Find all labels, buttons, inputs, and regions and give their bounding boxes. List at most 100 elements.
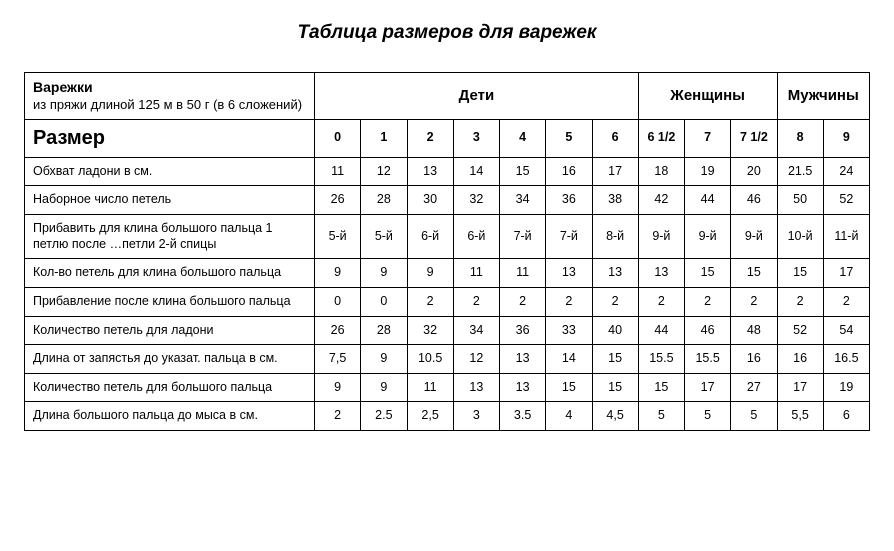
size-value: 7 1/2 bbox=[731, 119, 777, 157]
cell: 13 bbox=[638, 259, 684, 288]
size-label: Размер bbox=[25, 119, 315, 157]
cell: 7,5 bbox=[315, 345, 361, 374]
cell: 5-й bbox=[315, 215, 361, 259]
cell: 34 bbox=[500, 186, 546, 215]
cell: 5 bbox=[638, 402, 684, 431]
cell: 32 bbox=[453, 186, 499, 215]
header-sub: из пряжи длиной 125 м в 50 г (в 6 сложен… bbox=[33, 97, 306, 113]
cell: 2 bbox=[777, 287, 823, 316]
size-value: 9 bbox=[823, 119, 869, 157]
row-label: Прибавление после клина большого пальца bbox=[25, 287, 315, 316]
cell: 12 bbox=[361, 157, 407, 186]
cell: 15.5 bbox=[638, 345, 684, 374]
cell: 17 bbox=[685, 373, 731, 402]
size-value: 8 bbox=[777, 119, 823, 157]
size-value: 2 bbox=[407, 119, 453, 157]
cell: 6-й bbox=[453, 215, 499, 259]
size-row: Размер 0 1 2 3 4 5 6 6 1/2 7 7 1/2 8 9 bbox=[25, 119, 870, 157]
cell: 46 bbox=[685, 316, 731, 345]
cell: 9 bbox=[407, 259, 453, 288]
cell: 7-й bbox=[546, 215, 592, 259]
cell: 11-й bbox=[823, 215, 869, 259]
cell: 13 bbox=[500, 345, 546, 374]
cell: 5-й bbox=[361, 215, 407, 259]
cell: 6-й bbox=[407, 215, 453, 259]
cell: 7-й bbox=[500, 215, 546, 259]
cell: 13 bbox=[592, 259, 638, 288]
cell: 9 bbox=[361, 345, 407, 374]
cell: 24 bbox=[823, 157, 869, 186]
cell: 4,5 bbox=[592, 402, 638, 431]
cell: 16 bbox=[777, 345, 823, 374]
row-label: Кол-во петель для клина большого пальца bbox=[25, 259, 315, 288]
cell: 5,5 bbox=[777, 402, 823, 431]
cell: 54 bbox=[823, 316, 869, 345]
cell: 2.5 bbox=[361, 402, 407, 431]
cell: 11 bbox=[453, 259, 499, 288]
cell: 16 bbox=[546, 157, 592, 186]
cell: 2 bbox=[731, 287, 777, 316]
row-label: Обхват ладони в см. bbox=[25, 157, 315, 186]
cell: 30 bbox=[407, 186, 453, 215]
table-row: Прибавить для клина большого пальца 1 пе… bbox=[25, 215, 870, 259]
cell: 17 bbox=[777, 373, 823, 402]
cell: 28 bbox=[361, 186, 407, 215]
table-row: Наборное число петель2628303234363842444… bbox=[25, 186, 870, 215]
row-label: Длина от запястья до указат. пальца в см… bbox=[25, 345, 315, 374]
cell: 15 bbox=[546, 373, 592, 402]
cell: 3 bbox=[453, 402, 499, 431]
cell: 9-й bbox=[638, 215, 684, 259]
cell: 0 bbox=[315, 287, 361, 316]
page-title: Таблица размеров для варежек bbox=[24, 22, 870, 44]
cell: 11 bbox=[407, 373, 453, 402]
cell: 15 bbox=[592, 373, 638, 402]
size-value: 6 1/2 bbox=[638, 119, 684, 157]
cell: 8-й bbox=[592, 215, 638, 259]
group-men: Мужчины bbox=[777, 73, 870, 120]
cell: 10.5 bbox=[407, 345, 453, 374]
cell: 15 bbox=[777, 259, 823, 288]
cell: 5 bbox=[731, 402, 777, 431]
size-value: 4 bbox=[500, 119, 546, 157]
cell: 13 bbox=[546, 259, 592, 288]
cell: 15 bbox=[592, 345, 638, 374]
cell: 6 bbox=[823, 402, 869, 431]
cell: 9 bbox=[315, 373, 361, 402]
cell: 2,5 bbox=[407, 402, 453, 431]
cell: 2 bbox=[500, 287, 546, 316]
cell: 2 bbox=[638, 287, 684, 316]
cell: 42 bbox=[638, 186, 684, 215]
size-value: 6 bbox=[592, 119, 638, 157]
cell: 27 bbox=[731, 373, 777, 402]
cell: 2 bbox=[592, 287, 638, 316]
table-row: Длина большого пальца до мыса в см.22.52… bbox=[25, 402, 870, 431]
cell: 44 bbox=[638, 316, 684, 345]
cell: 52 bbox=[823, 186, 869, 215]
cell: 28 bbox=[361, 316, 407, 345]
cell: 10-й bbox=[777, 215, 823, 259]
cell: 26 bbox=[315, 186, 361, 215]
cell: 9-й bbox=[731, 215, 777, 259]
cell: 15 bbox=[685, 259, 731, 288]
cell: 36 bbox=[546, 186, 592, 215]
cell: 21.5 bbox=[777, 157, 823, 186]
cell: 2 bbox=[823, 287, 869, 316]
cell: 15 bbox=[731, 259, 777, 288]
cell: 2 bbox=[315, 402, 361, 431]
row-label: Количество петель для большого пальца bbox=[25, 373, 315, 402]
cell: 12 bbox=[453, 345, 499, 374]
cell: 26 bbox=[315, 316, 361, 345]
cell: 9 bbox=[315, 259, 361, 288]
cell: 18 bbox=[638, 157, 684, 186]
cell: 19 bbox=[685, 157, 731, 186]
cell: 16 bbox=[731, 345, 777, 374]
size-value: 1 bbox=[361, 119, 407, 157]
table-body: Обхват ладони в см.111213141516171819202… bbox=[25, 157, 870, 430]
cell: 46 bbox=[731, 186, 777, 215]
cell: 13 bbox=[407, 157, 453, 186]
cell: 13 bbox=[500, 373, 546, 402]
cell: 13 bbox=[453, 373, 499, 402]
cell: 50 bbox=[777, 186, 823, 215]
cell: 11 bbox=[500, 259, 546, 288]
cell: 2 bbox=[685, 287, 731, 316]
